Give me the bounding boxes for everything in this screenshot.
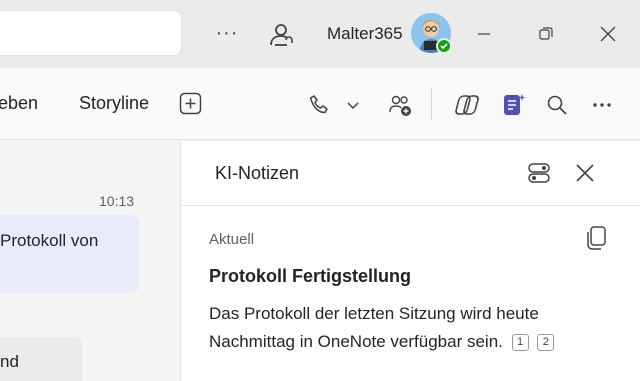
close-icon[interactable]	[573, 161, 597, 185]
add-people-icon[interactable]	[387, 92, 413, 118]
search-icon[interactable]	[544, 92, 570, 118]
copilot-notes-icon[interactable]	[501, 92, 527, 118]
presence-available-icon	[436, 38, 452, 54]
tab-shared[interactable]: geben	[0, 93, 38, 114]
citation-ref[interactable]: 1	[511, 333, 529, 351]
copy-icon[interactable]	[585, 225, 609, 251]
message-timestamp: 10:13	[99, 193, 135, 209]
restore-button[interactable]	[532, 20, 560, 48]
message-bubble[interactable]	[0, 215, 139, 293]
note-body: Das Protokoll der letzten Sitzung wird h…	[209, 300, 619, 356]
panel-header: KI-Notizen	[181, 141, 640, 206]
tab-storyline[interactable]: Storyline	[79, 93, 149, 114]
add-tab-icon[interactable]	[179, 92, 202, 115]
chat-area: 10:13 Protokoll von nd	[0, 141, 180, 381]
search-input[interactable]	[0, 10, 182, 56]
message-text: nd	[0, 352, 19, 371]
more-options-button[interactable]: ···	[212, 18, 242, 48]
chevron-down-icon[interactable]	[340, 92, 366, 118]
note-title: Protokoll Fertigstellung	[209, 266, 412, 286]
user-name[interactable]: Malter365	[327, 24, 403, 44]
minimize-button[interactable]	[470, 20, 498, 48]
panel-title: KI-Notizen	[215, 163, 300, 183]
section-label: Aktuell	[209, 231, 255, 248]
chat-toolbar: geben Storyline	[0, 68, 640, 140]
toggle-settings-icon[interactable]	[527, 161, 551, 185]
note-text: Das Protokoll der letzten Sitzung wird h…	[209, 304, 539, 351]
message-text: Protokoll von	[0, 231, 99, 250]
toolbar-divider	[431, 88, 432, 120]
person-status-icon[interactable]	[266, 20, 296, 50]
loop-icon[interactable]	[453, 92, 479, 118]
citation-ref[interactable]: 2	[537, 333, 555, 351]
ai-notes-panel: KI-Notizen Aktuell Protokoll Fertigstell…	[180, 141, 640, 381]
title-bar: ··· Malter365	[0, 0, 640, 68]
more-actions-icon[interactable]	[589, 92, 615, 118]
close-window-button[interactable]	[594, 20, 622, 48]
call-icon[interactable]	[306, 92, 332, 118]
